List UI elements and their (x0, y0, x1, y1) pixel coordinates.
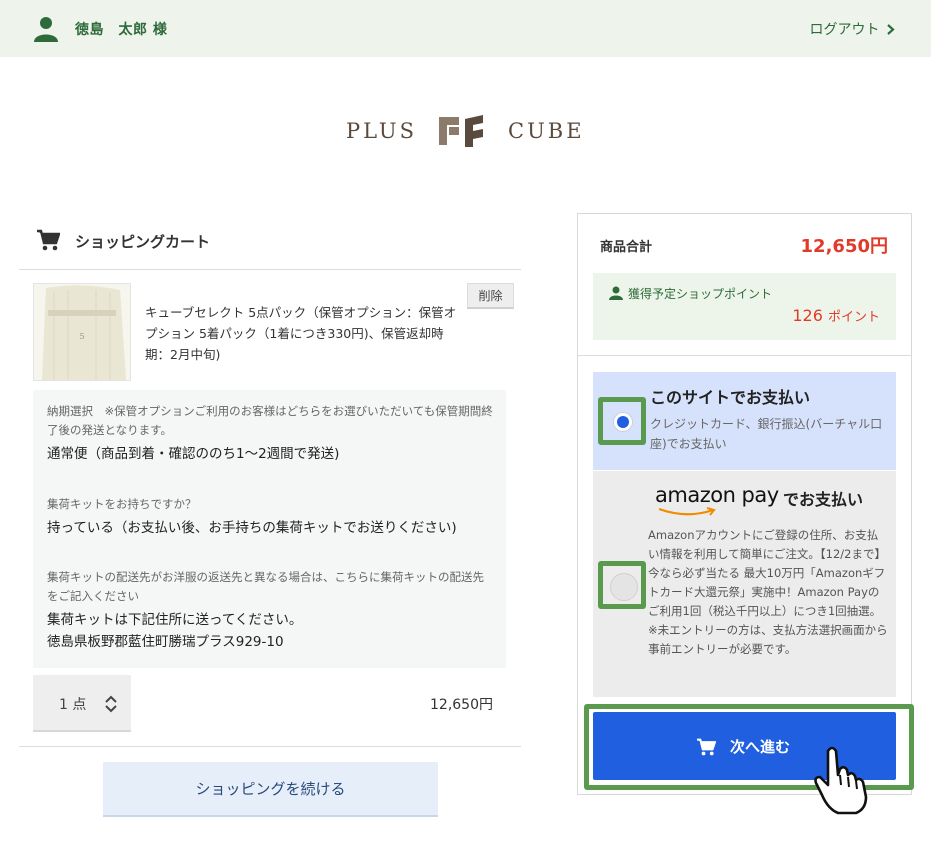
amazon-pay-logo: amazon pay (655, 483, 779, 507)
payment-option-amazon[interactable]: amazon pay でお支払い Amazonアカウントにご登録の住所、お支払い… (593, 471, 896, 697)
product-thumbnail[interactable]: 5 (33, 283, 131, 381)
points-value: 126 (792, 306, 823, 325)
option-question: 納期選択 ※保管オプションご利用のお客様はどちらをお選びいただいても保管期間終了… (47, 404, 493, 437)
item-name: キューブセレクト 5点パック（保管オプション：保管オプション 5着パック（1着に… (145, 305, 457, 362)
radio-selected[interactable] (613, 412, 633, 432)
subtotal-label: 商品合計 (600, 240, 653, 255)
product-image: 5 (34, 284, 130, 380)
divider (19, 746, 521, 747)
amazon-smile-icon (658, 507, 716, 516)
points-value-wrap: 126 ポイント (792, 306, 880, 325)
logout-label: ログアウト (809, 22, 880, 38)
payment-amazon-title: でお支払い (783, 490, 864, 509)
cart-icon (37, 229, 60, 251)
delete-button[interactable]: 削除 (467, 283, 514, 309)
user-icon (609, 286, 623, 300)
quantity-value: 1 点 (59, 697, 87, 713)
option-kit: 集荷キットをお持ちですか？ 持っている（お支払い後、お手持ちの集荷キットでお送り… (47, 495, 493, 539)
cart-icon (697, 738, 716, 756)
option-answer: 持っている（お支払い後、お手持ちの集荷キットでお送りください) (47, 520, 457, 536)
continue-shopping-button[interactable]: ショッピングを続ける (103, 762, 438, 817)
user-icon (34, 17, 58, 42)
points-box: 獲得予定ショップポイント 126 ポイント (593, 273, 896, 340)
item-price: 12,650円 (430, 697, 493, 713)
logo: PLUS CUBE (346, 113, 586, 149)
logo-text-right: CUBE (508, 119, 585, 143)
top-bar: 徳島 太郎 様 ログアウト (0, 0, 931, 57)
pointer-hand-icon (814, 746, 868, 815)
sort-arrows-icon (105, 695, 117, 713)
payment-amazon-desc: Amazonアカウントにご登録の住所、お支払い情報を利用して簡単にご注文。【12… (648, 528, 888, 656)
highlight-frame (598, 561, 646, 609)
points-label: 獲得予定ショップポイント (628, 287, 773, 301)
cart-title: ショッピングカート (75, 233, 211, 251)
chevron-right-icon (887, 24, 895, 35)
option-question: 集荷キットの配送先がお洋服の返送先と異なる場合は、こちらに集荷キットの配送先をご… (47, 570, 484, 603)
logo-mark-icon (439, 115, 483, 147)
item-options: 納期選択 ※保管オプションご利用のお客様はどちらをお選びいただいても保管期間終了… (33, 390, 506, 668)
divider (19, 269, 521, 270)
payment-site-title: このサイトでお支払い (650, 388, 811, 407)
option-answer: 通常便（商品到着・確認ののち1〜2週間で発送) (47, 446, 340, 462)
subtotal-value: 12,650円 (800, 236, 888, 257)
radio-unselected[interactable] (610, 573, 638, 601)
highlight-frame (598, 397, 646, 445)
option-kit-address: 集荷キットの配送先がお洋服の返送先と異なる場合は、こちらに集荷キットの配送先をご… (47, 568, 493, 653)
option-delivery: 納期選択 ※保管オプションご利用のお客様はどちらをお選びいただいても保管期間終了… (47, 402, 493, 465)
logout-link[interactable]: ログアウト (810, 19, 895, 39)
next-button-label: 次へ進む (730, 738, 791, 756)
user-name: 徳島 太郎 様 (75, 22, 168, 38)
option-answer: 集荷キットは下記住所に送ってください。 (47, 612, 303, 628)
thumb-text: 5 (79, 332, 84, 341)
divider (578, 355, 911, 356)
option-answer-address: 徳島県板野郡藍住町勝瑞プラス929-10 (47, 634, 284, 650)
points-unit: ポイント (827, 310, 880, 325)
logo-text-left: PLUS (346, 119, 418, 143)
quantity-select[interactable]: 1 点 (33, 675, 131, 732)
payment-option-site[interactable]: このサイトでお支払い クレジットカード、銀行振込(バーチャル口座)でお支払い (593, 372, 896, 470)
option-question: 集荷キットをお持ちですか？ (47, 497, 197, 511)
payment-site-desc: クレジットカード、銀行振込(バーチャル口座)でお支払い (650, 417, 883, 451)
